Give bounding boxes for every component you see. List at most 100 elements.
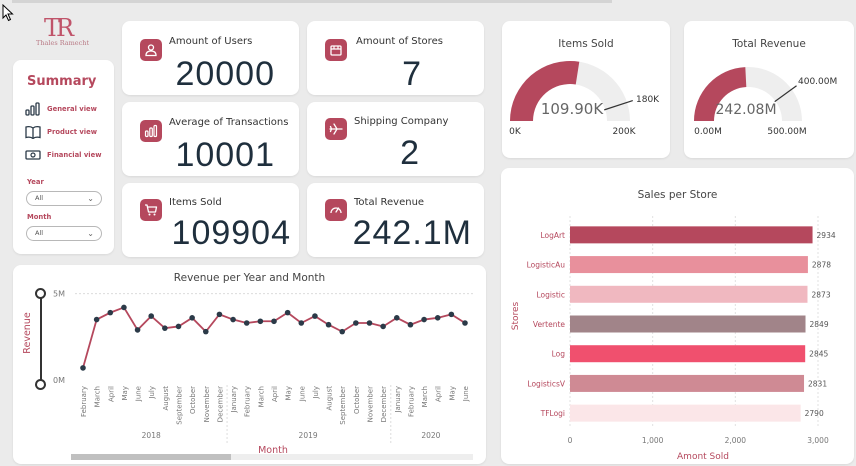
range-slider-top-handle[interactable] xyxy=(35,288,46,299)
data-point[interactable] xyxy=(434,315,441,321)
x-tick-label: April xyxy=(107,386,115,402)
bar-chart-xlabel: Amont Sold xyxy=(677,452,729,462)
horizontal-scrollbar[interactable] xyxy=(71,454,473,460)
top-scroll-indicator xyxy=(12,0,612,3)
category-label: LogArt xyxy=(540,231,565,240)
x-tick-label: 1,000 xyxy=(642,436,664,445)
data-point[interactable] xyxy=(162,325,168,331)
x-tick-label: September xyxy=(339,386,347,425)
x-tick-label: February xyxy=(244,386,252,417)
bar-value-label: 2845 xyxy=(809,350,828,359)
year-label: 2018 xyxy=(142,431,161,440)
data-point[interactable] xyxy=(189,315,195,321)
month-dropdown[interactable]: All ⌄ xyxy=(26,226,102,241)
store-bar[interactable] xyxy=(570,374,805,392)
store-bar[interactable] xyxy=(570,404,801,422)
year-filter-label: Year xyxy=(27,178,44,186)
mouse-cursor-icon xyxy=(2,4,14,22)
kpi-revenue-label: Total Revenue xyxy=(354,197,425,208)
bar-value-label: 2831 xyxy=(808,379,827,388)
category-label: LogisticAu xyxy=(527,261,566,270)
x-tick-label: March xyxy=(94,386,102,407)
gauge-revenue-card: Total Revenue 242.08M 400.00M 0.00M 500.… xyxy=(684,21,854,158)
x-tick-label: May xyxy=(285,386,293,400)
store-bar[interactable] xyxy=(570,285,808,303)
gauge-total-revenue: 242.08M 400.00M 0.00M 500.00M xyxy=(694,67,837,137)
nav-general-view[interactable]: General view xyxy=(25,101,97,117)
gauge-target-label: 180K xyxy=(636,95,660,105)
airplane-icon xyxy=(325,118,347,140)
store-bar[interactable] xyxy=(570,345,806,363)
y-tick-label: 0M xyxy=(53,376,65,385)
range-slider-bottom-handle[interactable] xyxy=(35,379,46,390)
data-point[interactable] xyxy=(202,328,209,335)
store-bar[interactable] xyxy=(570,226,813,244)
data-point[interactable] xyxy=(421,316,427,323)
kpi-users-value: 20000 xyxy=(175,55,275,93)
data-point[interactable] xyxy=(325,321,332,328)
gauge-value-label: 242.08M xyxy=(715,102,776,118)
nav-financial-view[interactable]: Financial view xyxy=(25,147,102,163)
data-point[interactable] xyxy=(271,318,277,325)
data-point[interactable] xyxy=(339,328,346,335)
nav-product-view[interactable]: Product view xyxy=(25,124,97,140)
x-tick-label: January xyxy=(394,386,402,414)
month-dropdown-value: All xyxy=(35,229,44,237)
month-filter-label: Month xyxy=(27,213,52,221)
user-icon xyxy=(140,39,162,61)
data-point[interactable] xyxy=(380,323,386,330)
gauge-max-label: 500.00M xyxy=(767,127,806,137)
x-tick-label: October xyxy=(353,386,361,414)
category-label: Log xyxy=(552,350,566,359)
sales-bar-chart-card: Sales per Store 0 1,000 2,000 3,000 LogArt Lo… xyxy=(501,168,854,464)
data-point[interactable] xyxy=(312,313,318,319)
data-point[interactable] xyxy=(80,365,86,371)
data-point[interactable] xyxy=(462,320,468,326)
data-point[interactable] xyxy=(393,315,400,321)
data-point[interactable] xyxy=(448,311,455,318)
category-label: TFLogi xyxy=(540,409,565,418)
data-point[interactable] xyxy=(284,309,291,316)
year-label: 2020 xyxy=(421,431,440,440)
sales-bar-chart: 0 1,000 2,000 3,000 LogArt LogisticAu Logistic… xyxy=(511,216,836,462)
data-point[interactable] xyxy=(107,309,114,316)
data-point[interactable] xyxy=(298,320,305,326)
data-point[interactable] xyxy=(216,311,223,318)
x-tick-label: 0 xyxy=(568,436,573,445)
kpi-card-users: Amount of Users 20000 xyxy=(122,21,299,95)
x-tick-label: December xyxy=(216,386,224,422)
data-point[interactable] xyxy=(243,320,250,326)
summary-panel: Summary General view Product view Financ… xyxy=(13,60,114,254)
data-point[interactable] xyxy=(148,313,155,319)
gauge-max-label: 200K xyxy=(612,127,636,137)
data-point[interactable] xyxy=(257,318,264,325)
brand-name: Thales Ramecht xyxy=(36,39,90,47)
range-slider[interactable] xyxy=(35,288,47,390)
gauge-icon xyxy=(325,199,347,221)
nav-financial-view-label: Financial view xyxy=(47,151,102,159)
kpi-card-shipping: Shipping Company 2 xyxy=(307,102,484,176)
x-tick-label: July xyxy=(312,386,320,400)
gauge-min-label: 0K xyxy=(509,127,522,137)
data-point[interactable] xyxy=(93,316,100,323)
kpi-shipping-label: Shipping Company xyxy=(354,116,449,127)
kpi-stores-value: 7 xyxy=(402,55,422,93)
store-bar[interactable] xyxy=(570,315,806,333)
data-point[interactable] xyxy=(407,321,414,328)
data-point[interactable] xyxy=(366,320,373,326)
bar-value-label: 2849 xyxy=(810,320,829,329)
bar-chart-ylabel: Stores xyxy=(511,301,521,330)
data-point[interactable] xyxy=(175,323,182,330)
data-point[interactable] xyxy=(353,320,359,326)
category-label: Logistic xyxy=(536,290,565,299)
x-tick-label: July xyxy=(148,386,156,400)
kpi-card-items: Items Sold 109904 xyxy=(122,183,299,257)
data-point[interactable] xyxy=(134,327,141,333)
year-dropdown[interactable]: All ⌄ xyxy=(26,191,102,206)
scrollbar-thumb[interactable] xyxy=(71,454,231,460)
data-point[interactable] xyxy=(230,316,236,323)
store-bar[interactable] xyxy=(570,256,808,274)
data-point[interactable] xyxy=(121,304,127,311)
bar-value-label: 2873 xyxy=(812,290,831,299)
kpi-items-label: Items Sold xyxy=(169,197,222,208)
